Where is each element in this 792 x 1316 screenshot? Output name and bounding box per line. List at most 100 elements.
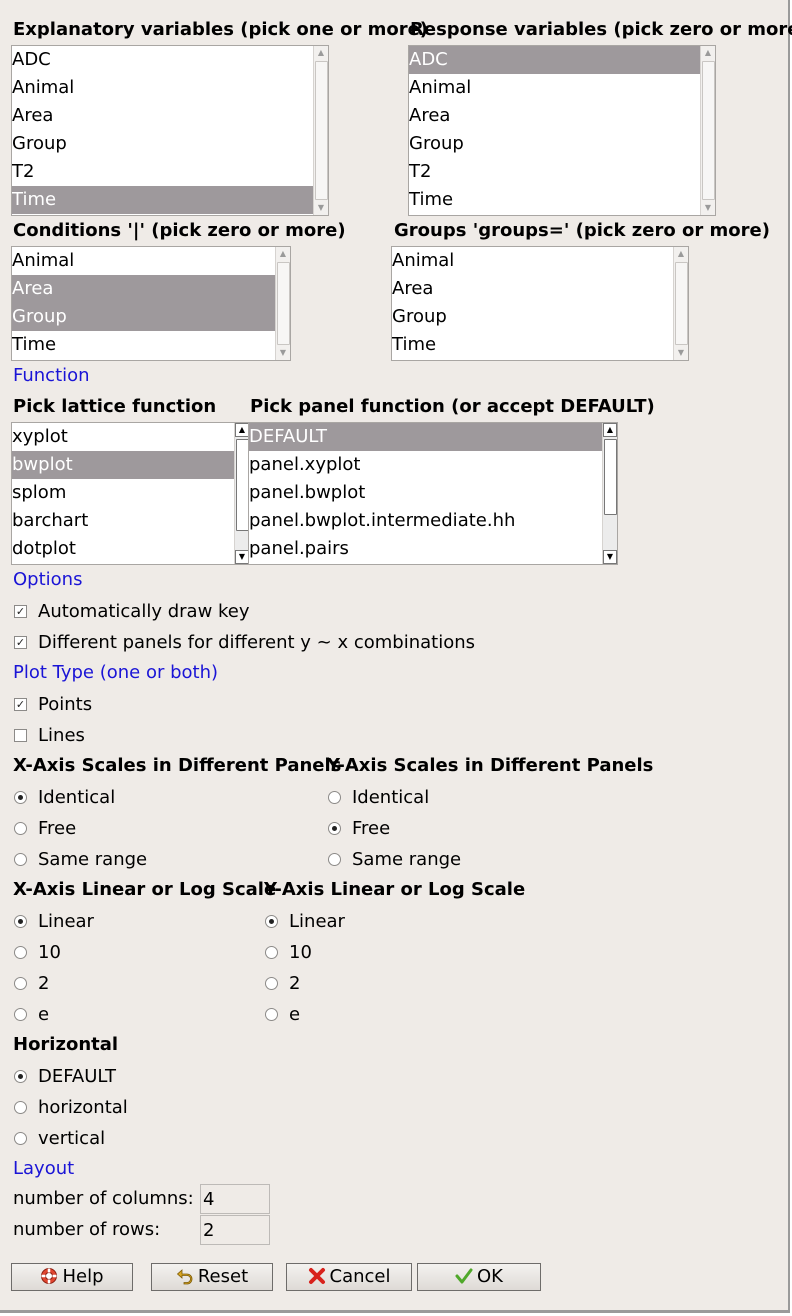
radio-icon[interactable] xyxy=(14,1070,27,1083)
scroll-thumb[interactable] xyxy=(315,61,328,200)
list-item[interactable]: Animal xyxy=(392,247,674,275)
scroll-thumb[interactable] xyxy=(702,61,715,200)
list-item[interactable]: splom xyxy=(12,479,235,507)
checkbox-icon[interactable] xyxy=(14,729,27,742)
radio-icon[interactable] xyxy=(265,977,278,990)
list-item[interactable]: DEFAULT xyxy=(249,423,603,451)
radio-icon[interactable] xyxy=(14,977,27,990)
checkbox-icon[interactable]: ✓ xyxy=(14,605,27,618)
scroll-thumb[interactable] xyxy=(277,262,290,345)
list-item[interactable]: Time xyxy=(12,331,276,359)
groups-scrollbar[interactable]: ▲ ▼ xyxy=(673,247,688,360)
scroll-down-icon[interactable]: ▼ xyxy=(314,201,328,215)
list-item[interactable]: bwplot xyxy=(12,451,235,479)
list-item[interactable]: ADC xyxy=(12,46,314,74)
list-item[interactable]: Time xyxy=(12,186,314,214)
list-item[interactable]: Time xyxy=(392,331,674,359)
radio-icon[interactable] xyxy=(14,946,27,959)
scroll-down-icon[interactable]: ▼ xyxy=(701,201,715,215)
radio-icon[interactable] xyxy=(14,1008,27,1021)
lattice-listbox[interactable]: xyplot bwplot splom barchart dotplot ▲ ▼ xyxy=(11,422,250,565)
cancel-button[interactable]: Cancel xyxy=(286,1263,412,1291)
scroll-up-icon[interactable]: ▲ xyxy=(235,423,249,437)
lifebuoy-icon xyxy=(41,1268,58,1284)
list-item[interactable]: panel.bwplot xyxy=(249,479,603,507)
help-button[interactable]: Help xyxy=(11,1263,133,1291)
list-item[interactable]: panel.xyplot xyxy=(249,451,603,479)
options-section-title: Options xyxy=(13,569,83,590)
groups-listbox[interactable]: Animal Area Group Time ▲ ▼ xyxy=(391,246,689,361)
radio-icon[interactable] xyxy=(14,853,27,866)
radio-icon[interactable] xyxy=(265,915,278,928)
list-item[interactable]: Group xyxy=(12,303,276,331)
scroll-thumb[interactable] xyxy=(675,262,688,345)
list-item[interactable]: Time xyxy=(409,186,701,214)
x-scales-header: X-Axis Scales in Different Panels xyxy=(13,755,342,776)
panel-header: Pick panel function (or accept DEFAULT) xyxy=(250,396,655,417)
scroll-down-icon[interactable]: ▼ xyxy=(674,346,688,360)
list-item[interactable]: Group xyxy=(409,130,701,158)
radio-icon[interactable] xyxy=(328,791,341,804)
explanatory-listbox[interactable]: ADC Animal Area Group T2 Time ▲ ▼ xyxy=(11,45,329,216)
y-log-header: Y-Axis Linear or Log Scale xyxy=(264,879,526,900)
panel-scrollbar[interactable]: ▲ ▼ xyxy=(602,423,617,564)
list-item[interactable]: Area xyxy=(12,102,314,130)
list-item[interactable]: xyplot xyxy=(12,423,235,451)
scroll-down-icon[interactable]: ▼ xyxy=(603,550,617,564)
scroll-up-icon[interactable]: ▲ xyxy=(276,247,290,261)
ok-button[interactable]: OK xyxy=(417,1263,541,1291)
explanatory-scrollbar[interactable]: ▲ ▼ xyxy=(313,46,328,215)
radio-icon[interactable] xyxy=(265,946,278,959)
layout-section-title: Layout xyxy=(13,1158,75,1179)
list-item[interactable]: Group xyxy=(392,303,674,331)
list-item[interactable]: Area xyxy=(12,275,276,303)
scroll-down-icon[interactable]: ▼ xyxy=(235,550,249,564)
radio-icon[interactable] xyxy=(14,1132,27,1145)
lattice-dialog: Explanatory variables (pick one or more)… xyxy=(0,0,792,1313)
columns-input[interactable]: 4 xyxy=(200,1184,270,1214)
reset-button[interactable]: Reset xyxy=(151,1263,273,1291)
list-item[interactable]: panel.bwplot.intermediate.hh xyxy=(249,507,603,535)
groups-header: Groups 'groups=' (pick zero or more) xyxy=(394,220,770,241)
list-item[interactable]: Animal xyxy=(12,74,314,102)
conditions-scrollbar[interactable]: ▲ ▼ xyxy=(275,247,290,360)
response-header: Response variables (pick zero or more) xyxy=(410,19,792,40)
list-item[interactable]: panel.pairs xyxy=(249,535,603,563)
radio-icon[interactable] xyxy=(14,1101,27,1114)
list-item[interactable]: Group xyxy=(12,130,314,158)
scroll-up-icon[interactable]: ▲ xyxy=(314,46,328,60)
list-item[interactable]: T2 xyxy=(409,158,701,186)
list-item[interactable]: barchart xyxy=(12,507,235,535)
radio-icon[interactable] xyxy=(328,853,341,866)
lattice-header: Pick lattice function xyxy=(13,396,217,417)
list-item[interactable]: Area xyxy=(392,275,674,303)
scroll-up-icon[interactable]: ▲ xyxy=(674,247,688,261)
list-item[interactable]: T2 xyxy=(12,158,314,186)
horizontal-header: Horizontal xyxy=(13,1034,119,1055)
checkmark-icon xyxy=(455,1268,473,1284)
scroll-up-icon[interactable]: ▲ xyxy=(701,46,715,60)
lattice-scrollbar[interactable]: ▲ ▼ xyxy=(234,423,249,564)
radio-icon[interactable] xyxy=(14,791,27,804)
plot-type-section-title: Plot Type (one or both) xyxy=(13,662,219,683)
radio-icon[interactable] xyxy=(14,822,27,835)
scroll-down-icon[interactable]: ▼ xyxy=(276,346,290,360)
radio-icon[interactable] xyxy=(14,915,27,928)
panel-listbox[interactable]: DEFAULT panel.xyplot panel.bwplot panel.bwp… xyxy=(248,422,618,565)
checkbox-icon[interactable]: ✓ xyxy=(14,698,27,711)
scroll-up-icon[interactable]: ▲ xyxy=(603,423,617,437)
rows-input[interactable]: 2 xyxy=(200,1215,270,1245)
list-item[interactable]: Animal xyxy=(409,74,701,102)
list-item[interactable]: ADC xyxy=(409,46,701,74)
list-item[interactable]: Animal xyxy=(12,247,276,275)
checkbox-icon[interactable]: ✓ xyxy=(14,636,27,649)
list-item[interactable]: Area xyxy=(409,102,701,130)
response-listbox[interactable]: ADC Animal Area Group T2 Time ▲ ▼ xyxy=(408,45,716,216)
conditions-listbox[interactable]: Animal Area Group Time ▲ ▼ xyxy=(11,246,291,361)
undo-arrow-icon xyxy=(176,1269,193,1285)
list-item[interactable]: dotplot xyxy=(12,535,235,563)
response-scrollbar[interactable]: ▲ ▼ xyxy=(700,46,715,215)
scroll-thumb[interactable] xyxy=(604,439,617,515)
radio-icon[interactable] xyxy=(328,822,341,835)
radio-icon[interactable] xyxy=(265,1008,278,1021)
